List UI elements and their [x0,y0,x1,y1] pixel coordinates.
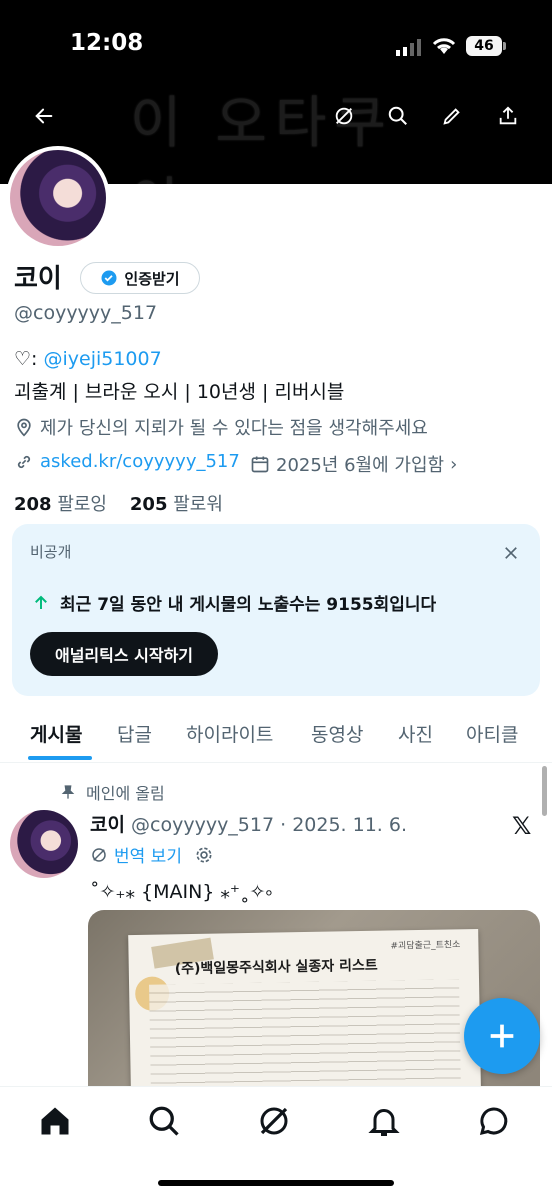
tab-articles[interactable]: 아티클 [466,720,518,747]
active-tab-indicator [28,756,92,760]
document-image: #괴담출근_트친소 (주)백일몽주식회사 실종자 리스트 [128,928,482,1110]
doc-tag: #괴담출근_트친소 [390,940,461,952]
joined-text: 2025년 6월에 가입함 [276,455,445,476]
tab-replies[interactable]: 답글 [117,720,152,747]
bio-mention-link[interactable]: @iyeji51007 [43,348,161,370]
followers-link[interactable]: 205 팔로워 [130,494,223,515]
followers-count: 205 [129,494,168,515]
profile-handle: @coyyyyy_517 [14,302,158,324]
messages-icon[interactable] [476,1103,512,1139]
start-analytics-button[interactable]: 애널리틱스 시작하기 [30,632,218,676]
location-icon [17,418,31,437]
analytics-message-text: 최근 7일 동안 내 게시물의 노출수는 9155회입니다 [60,595,437,615]
compose-button[interactable] [464,998,540,1074]
battery-indicator: 46 [466,36,502,56]
x-logo-icon: 𝕏 [512,812,532,840]
home-indicator [158,1180,394,1186]
tab-highlights[interactable]: 하이라이트 [186,720,273,747]
location-text: 제가 당신의 지뢰가 될 수 있다는 점을 생각해주세요 [40,418,428,439]
following-label: 팔로잉 [57,494,107,515]
post-media-image[interactable]: #괴담출근_트친소 (주)백일몽주식회사 실종자 리스트 [88,910,540,1110]
wifi-icon [432,38,456,54]
follow-stats: 208 팔로잉 205 팔로워 [14,490,223,516]
share-icon[interactable] [490,98,526,134]
get-verified-button[interactable]: 인증받기 [80,262,200,294]
translate-link[interactable]: 번역 보기 [114,842,182,867]
doc-title: (주)백일몽주식회사 실종자 리스트 [174,957,378,978]
home-icon[interactable] [37,1103,73,1139]
calendar-icon [251,456,269,473]
post-avatar[interactable] [10,810,78,878]
translate-row: 번역 보기 [90,842,214,867]
translate-icon [92,847,106,862]
pinned-label: 메인에 올림 [86,784,165,803]
get-verified-label: 인증받기 [124,269,180,288]
edit-icon[interactable] [434,98,470,134]
analytics-card-label: 비공개 [30,543,72,561]
link-icon [17,455,31,468]
pinned-indicator: 메인에 올림 [60,780,165,804]
bio-line-2: 괴출계 | 브라운 오시 | 10년생 | 리버시블 [14,381,345,403]
analytics-message: 최근 7일 동안 내 게시물의 노출수는 9155회입니다 [32,590,436,615]
profile-location: 제가 당신의 지뢰가 될 수 있다는 점을 생각해주세요 [14,414,428,440]
post-header: 코이 @coyyyyy_517 · 2025. 11. 6. [90,810,407,837]
grok-icon[interactable] [326,98,362,134]
pin-icon [61,785,75,799]
tab-videos[interactable]: 동영상 [311,720,363,747]
post-handle-date: @coyyyyy_517 · 2025. 11. 6. [131,814,408,836]
back-arrow-icon[interactable] [26,98,62,134]
bio-prefix: ♡: [14,348,44,370]
arrow-up-icon [35,595,47,609]
profile-website[interactable]: asked.kr/coyyyyy_517 [14,451,240,472]
status-time: 12:08 [70,30,144,56]
battery-tip [503,42,506,50]
following-link[interactable]: 208 팔로잉 [14,494,107,515]
notifications-icon[interactable] [366,1103,402,1139]
close-icon[interactable] [496,538,526,568]
grok-icon[interactable] [256,1103,292,1139]
profile-joined[interactable]: 2025년 6월에 가입함 › [250,451,457,477]
followers-label: 팔로워 [173,494,223,515]
verified-icon [101,270,117,286]
post-author[interactable]: 코이 [90,814,125,836]
website-link[interactable]: asked.kr/coyyyyy_517 [40,451,240,472]
scrollbar[interactable] [542,766,547,816]
plus-icon [490,1024,514,1048]
search-icon[interactable] [146,1103,182,1139]
search-icon[interactable] [380,98,416,134]
profile-avatar[interactable] [6,146,110,250]
following-count: 208 [14,494,52,515]
bio-line-1: ♡: @iyeji51007 [14,348,162,370]
tab-posts[interactable]: 게시물 [30,720,82,747]
profile-name: 코이 [14,264,62,294]
chevron-right-icon: › [450,453,458,475]
profile-tabs: 게시물 답글 하이라이트 동영상 사진 아티클 [0,704,552,763]
gear-icon[interactable] [194,845,214,865]
signal-icon [396,39,421,56]
tab-photos[interactable]: 사진 [398,720,433,747]
